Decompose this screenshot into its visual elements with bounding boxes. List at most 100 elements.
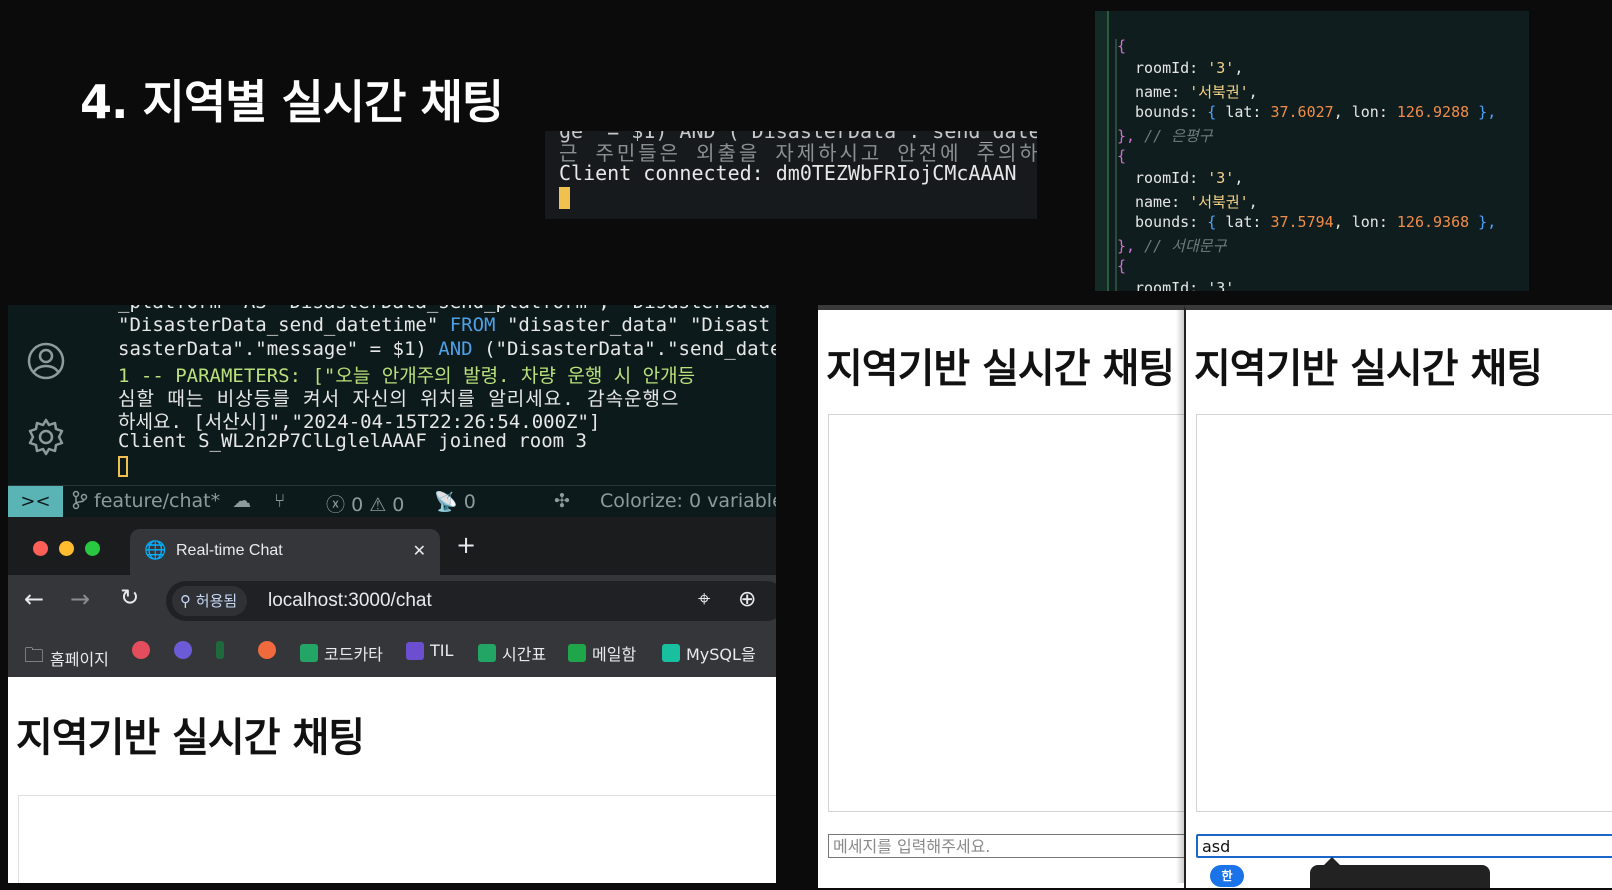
code-brace: {	[1117, 147, 1127, 165]
sheets-icon	[478, 644, 496, 662]
chat-messages-area	[1196, 414, 1612, 812]
bookmark-til[interactable]: TIL	[406, 641, 453, 660]
gear-icon[interactable]	[26, 417, 66, 457]
code-key: bounds:	[1135, 213, 1208, 231]
bookmark-label: MySQL을	[686, 645, 756, 664]
permission-label: 허용됨	[195, 592, 238, 610]
extension-icon[interactable]: ✣	[554, 490, 570, 512]
bookmarks-bar: 🗀 홈페이지 코드카타 TIL 시간표 메일함 MySQL을	[8, 627, 776, 677]
warning-count: 0	[392, 494, 405, 516]
zoom-icon[interactable]: ⊕	[738, 587, 756, 612]
mail-icon	[568, 644, 586, 662]
code-brace: {	[1117, 37, 1127, 55]
maximize-window-button[interactable]	[85, 541, 100, 556]
tab-title: Real-time Chat	[176, 542, 283, 559]
message-input[interactable]	[1196, 834, 1612, 858]
back-icon[interactable]: ←	[24, 585, 44, 613]
globe-icon: 🌐	[144, 540, 167, 561]
reload-icon[interactable]: ↻	[120, 585, 139, 611]
forward-icon[interactable]: →	[70, 585, 90, 613]
terminal-text: ("DisasterData"."send_date	[472, 338, 776, 360]
branch-indicator[interactable]: feature/chat* ☁	[72, 490, 251, 512]
code-brace: {	[1207, 103, 1226, 121]
terminal-line: "DisasterData_send_datetime" FROM "disas…	[118, 314, 770, 336]
error-icon: ⓧ	[326, 494, 346, 516]
code-key: lat:	[1225, 103, 1271, 121]
bookmark-code-icon[interactable]	[132, 641, 150, 659]
code-string: '서북권'	[1189, 193, 1249, 211]
code-number: 37.6027	[1270, 103, 1334, 121]
bookmark-leaf-icon[interactable]	[216, 641, 224, 659]
code-key: roomId:	[1135, 59, 1208, 77]
code-key: bounds:	[1135, 103, 1208, 121]
colorize-status[interactable]: Colorize: 0 variables	[600, 490, 776, 512]
terminal-line: Client S_WL2n2P7ClLglelAAAF joined room …	[118, 430, 587, 452]
ports-indicator[interactable]: 📡 0	[434, 490, 476, 513]
location-icon[interactable]: ⌖	[698, 587, 710, 612]
address-bar[interactable]: ⚲ 허용됨 localhost:3000/chat ⌖ ⊕	[166, 581, 776, 621]
bookmark-orange-icon[interactable]	[258, 641, 276, 659]
code-comment: // 은평구	[1144, 127, 1213, 145]
code-brace: {	[1117, 257, 1127, 275]
bookmark-label: 시간표	[502, 645, 547, 664]
git-branch-icon	[72, 490, 88, 510]
bookmark-label: TIL	[430, 641, 454, 660]
code-comment: // 서대문구	[1144, 237, 1227, 255]
broadcast-icon: 📡	[434, 491, 458, 513]
ports-count: 0	[463, 491, 476, 513]
message-input[interactable]	[828, 834, 1184, 858]
sql-keyword: FROM	[449, 314, 496, 336]
sql-keyword: AND	[438, 338, 473, 360]
code-number: 126.9288	[1396, 103, 1470, 121]
account-icon[interactable]	[26, 341, 66, 381]
code-string: '3'	[1207, 169, 1235, 187]
code-brace: },	[1117, 127, 1136, 145]
code-brace: },	[1469, 213, 1497, 231]
browser-toolbar: ← → ↻ ⚲ 허용됨 localhost:3000/chat ⌖ ⊕	[8, 575, 776, 627]
tab-bar: 🌐 Real-time Chat ✕ +	[8, 517, 776, 575]
code-brace: },	[1469, 103, 1497, 121]
warning-icon: ⚠	[369, 494, 387, 516]
bookmark-mailbox[interactable]: 메일함	[568, 641, 636, 665]
git-graph-icon[interactable]: ⑂	[274, 490, 285, 512]
bookmark-mysql[interactable]: MySQL을	[662, 641, 756, 665]
minimize-window-button[interactable]	[59, 541, 74, 556]
code-snippet-room-bounds: { roomId: '3', name: '서북권', bounds: { la…	[1095, 11, 1529, 291]
code-brace: },	[1117, 237, 1136, 255]
bookmark-label: 홈페이지	[50, 650, 109, 669]
terminal-text: "disaster_data" "Disast	[495, 314, 771, 336]
chat-window-left: 지역기반 실시간 채팅	[818, 305, 1184, 888]
terminal-cursor	[118, 456, 128, 477]
slide-title: 4. 지역별 실시간 채팅	[80, 75, 504, 129]
terminal-text: "DisasterData_send_datetime"	[118, 314, 450, 336]
problems-indicator[interactable]: ⓧ 0 ⚠ 0	[326, 490, 404, 517]
code-string: '서북권'	[1189, 83, 1249, 101]
tooltip-arrow	[1324, 857, 1340, 865]
bookmark-homepage[interactable]: 🗀 홈페이지	[24, 641, 109, 675]
bookmark-label: 코드카타	[324, 645, 383, 664]
folder-icon: 🗀	[24, 643, 44, 667]
bookmark-z-icon[interactable]	[174, 641, 192, 659]
bookmark-codekata[interactable]: 코드카타	[300, 641, 383, 665]
terminal-line: _platform" AS "DisasterData_send_platfor…	[118, 305, 776, 313]
close-window-button[interactable]	[33, 541, 48, 556]
remote-indicator[interactable]: ><	[8, 486, 63, 517]
url-text: localhost:3000/chat	[268, 590, 432, 611]
activity-bar	[8, 305, 84, 485]
tab-real-time-chat[interactable]: 🌐 Real-time Chat ✕	[130, 529, 440, 575]
terminal-line: Client connected: dm0TEZWbFRIojCMcAAAN	[559, 161, 1017, 185]
chat-messages-area	[18, 795, 776, 883]
new-tab-button[interactable]: +	[456, 531, 476, 559]
velog-icon	[662, 644, 680, 662]
code-punct: ,	[1248, 193, 1258, 211]
site-permission-chip[interactable]: ⚲ 허용됨	[172, 586, 248, 616]
bookmark-timetable[interactable]: 시간표	[478, 641, 546, 665]
code-number: 126.9368	[1396, 213, 1470, 231]
chat-title: 지역기반 실시간 채팅	[826, 346, 1175, 392]
list-icon	[406, 641, 424, 660]
tab-close-icon[interactable]: ✕	[413, 541, 426, 560]
code-string: '3'	[1207, 59, 1235, 77]
code-punct: ,	[1248, 83, 1258, 101]
chat-window-right: 지역기반 실시간 채팅 한	[1184, 305, 1612, 888]
code-key: lat:	[1225, 213, 1271, 231]
